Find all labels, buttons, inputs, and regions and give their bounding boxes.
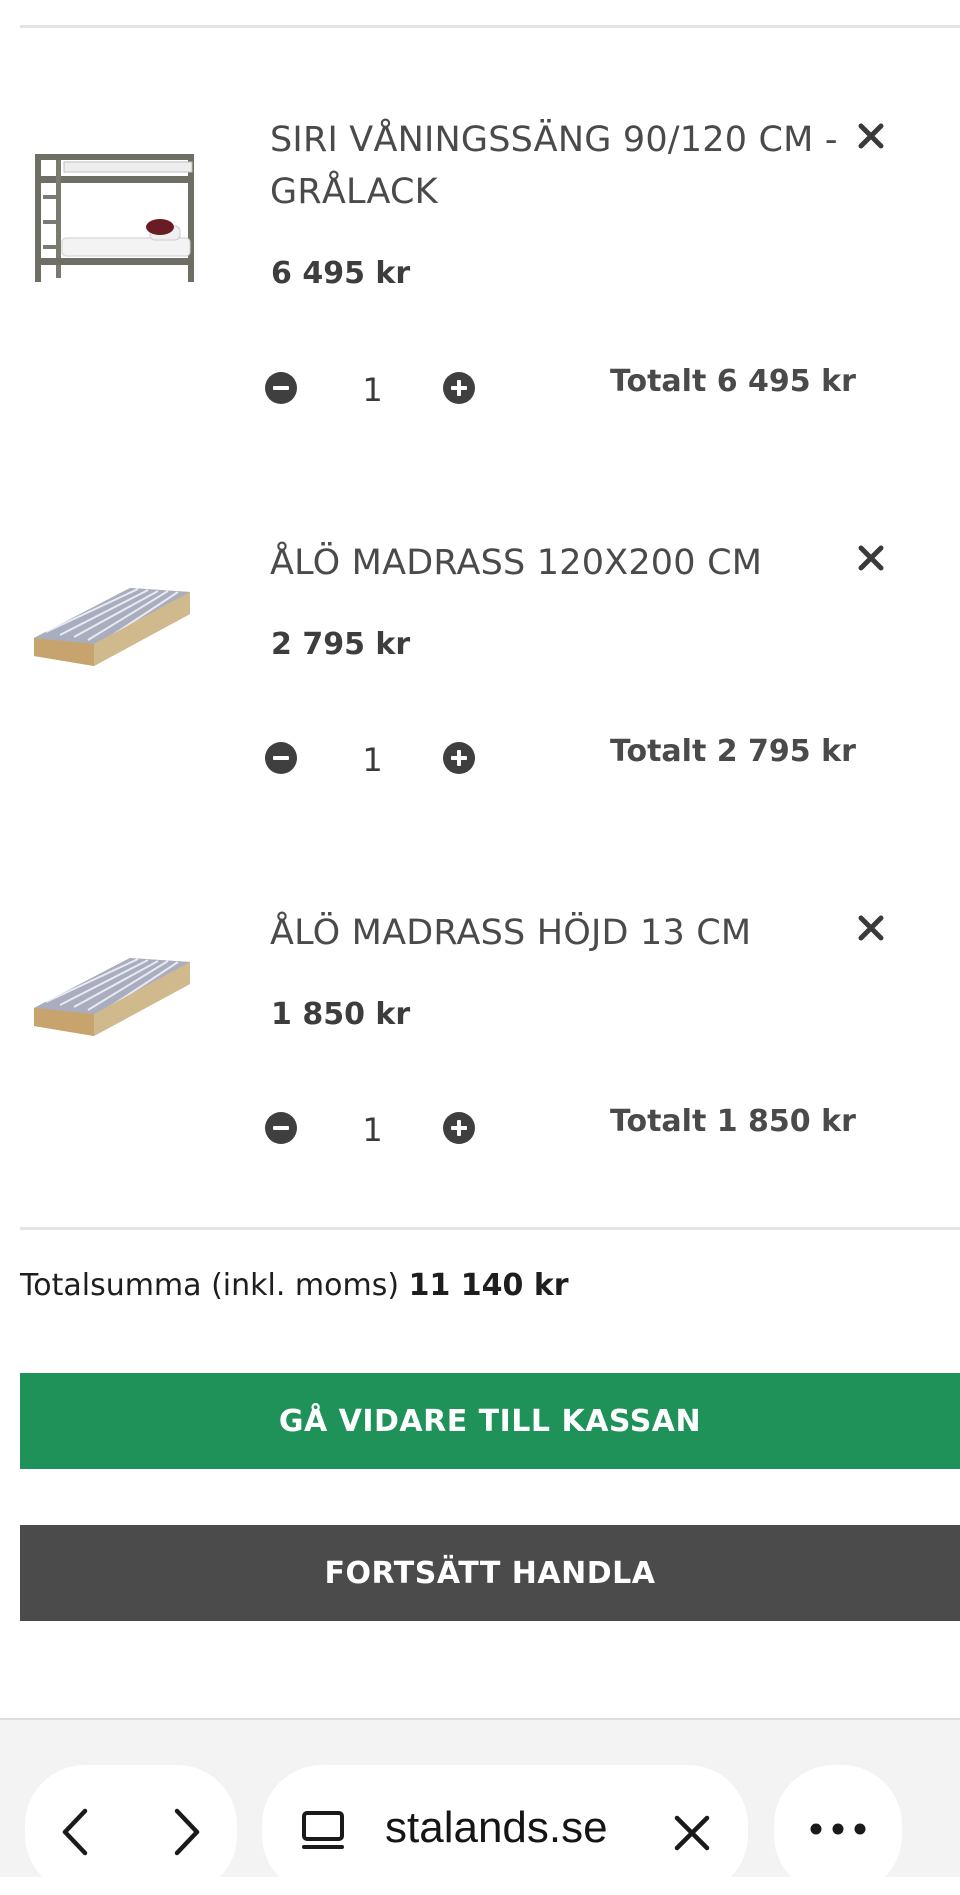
item-title[interactable]: ÅLÖ MADRASS HÖJD 13 CM xyxy=(270,907,850,959)
line-total: Totalt 6 495 kr xyxy=(610,364,856,399)
quantity-value[interactable]: 1 xyxy=(335,1110,410,1150)
remove-item-button[interactable] xyxy=(853,910,889,946)
navigation-pill xyxy=(25,1765,237,1895)
close-icon xyxy=(858,545,884,571)
grand-total: Totalsumma (inkl. moms) 11 140 kr xyxy=(20,1268,569,1303)
close-icon[interactable] xyxy=(672,1813,712,1853)
back-icon[interactable] xyxy=(55,1807,95,1857)
mattress-image[interactable] xyxy=(30,570,200,720)
more-menu-pill[interactable] xyxy=(774,1765,902,1895)
minus-icon xyxy=(273,1126,289,1130)
forward-icon[interactable] xyxy=(167,1807,207,1857)
close-icon xyxy=(858,915,884,941)
decrease-quantity-button[interactable] xyxy=(265,372,297,404)
url-text[interactable]: stalands.se xyxy=(385,1803,608,1853)
cart-item: ÅLÖ MADRASS HÖJD 13 CM 1 850 kr 1 Totalt… xyxy=(0,0,960,1149)
remove-item-button[interactable] xyxy=(853,540,889,576)
decrease-quantity-button[interactable] xyxy=(265,1112,297,1144)
line-total: Totalt 1 850 kr xyxy=(610,1104,856,1139)
quantity-value[interactable]: 1 xyxy=(335,370,410,410)
item-price: 2 795 kr xyxy=(271,627,411,662)
item-title[interactable]: ÅLÖ MADRASS 120X200 CM xyxy=(270,537,850,589)
minus-icon xyxy=(273,756,289,760)
increase-quantity-button[interactable] xyxy=(443,742,475,774)
quantity-stepper: 1 Totalt 1 850 kr xyxy=(265,1104,856,1150)
increase-quantity-button[interactable] xyxy=(443,1112,475,1144)
grand-total-label: Totalsumma (inkl. moms) xyxy=(20,1268,400,1303)
continue-shopping-button[interactable]: FORTSÄTT HANDLA xyxy=(20,1525,960,1621)
minus-icon xyxy=(273,386,289,390)
browser-toolbar: stalands.se xyxy=(0,1718,960,1895)
quantity-stepper: 1 Totalt 6 495 kr xyxy=(265,364,856,410)
checkout-button[interactable]: GÅ VIDARE TILL KASSAN xyxy=(20,1373,960,1469)
grand-total-value: 11 140 kr xyxy=(408,1268,569,1303)
quantity-value[interactable]: 1 xyxy=(335,740,410,780)
line-total: Totalt 2 795 kr xyxy=(610,734,856,769)
tabs-icon[interactable] xyxy=(300,1809,346,1855)
increase-quantity-button[interactable] xyxy=(443,372,475,404)
quantity-stepper: 1 Totalt 2 795 kr xyxy=(265,734,856,780)
summary-divider xyxy=(20,1227,960,1230)
address-bar[interactable]: stalands.se xyxy=(262,1765,748,1895)
decrease-quantity-button[interactable] xyxy=(265,742,297,774)
mattress-image[interactable] xyxy=(30,940,200,1090)
more-icon[interactable] xyxy=(808,1821,868,1837)
item-price: 1 850 kr xyxy=(271,997,411,1032)
